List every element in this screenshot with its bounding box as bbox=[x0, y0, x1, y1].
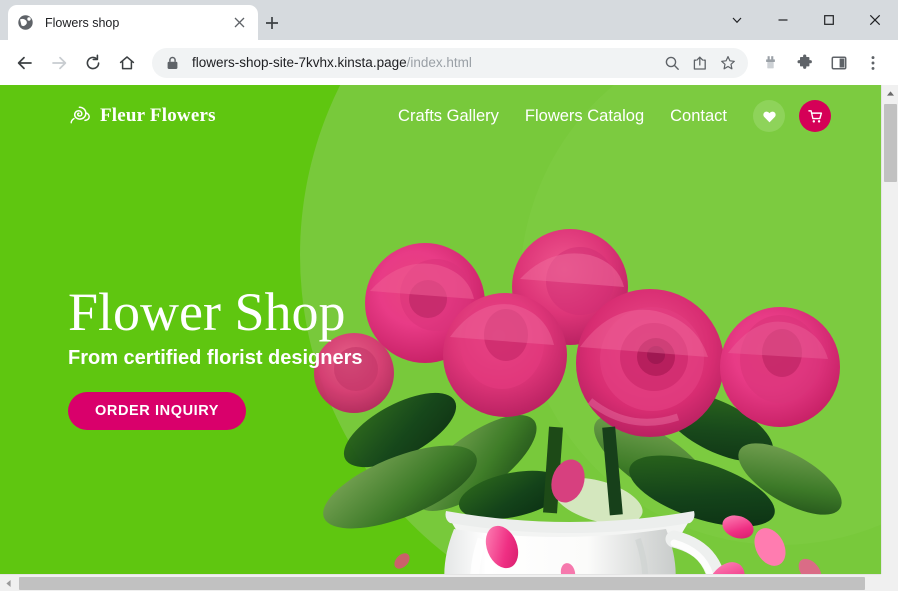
scroll-left-arrow-icon[interactable] bbox=[0, 575, 17, 591]
close-tab-icon[interactable] bbox=[229, 13, 249, 33]
nav-link-flowers-catalog[interactable]: Flowers Catalog bbox=[525, 107, 644, 126]
nav-link-contact[interactable]: Contact bbox=[670, 107, 727, 126]
order-inquiry-button[interactable]: ORDER INQUIRY bbox=[68, 392, 246, 430]
site-logo[interactable]: Fleur Flowers bbox=[68, 104, 216, 128]
home-icon[interactable] bbox=[112, 48, 142, 78]
share-icon[interactable] bbox=[686, 49, 714, 77]
brand-name: Fleur Flowers bbox=[100, 105, 216, 127]
heart-icon bbox=[762, 109, 777, 124]
new-tab-button[interactable] bbox=[258, 9, 286, 37]
site-header: Fleur Flowers Crafts Gallery Flowers Cat… bbox=[0, 85, 881, 147]
address-bar[interactable]: flowers-shop-site-7kvhx.kinsta.page/inde… bbox=[152, 48, 748, 78]
window-controls bbox=[714, 0, 898, 40]
nav-link-crafts-gallery[interactable]: Crafts Gallery bbox=[398, 107, 499, 126]
hero-subtitle: From certified florist designers bbox=[68, 347, 398, 370]
star-icon[interactable] bbox=[714, 49, 742, 77]
url-domain: flowers-shop-site-7kvhx.kinsta.page bbox=[192, 55, 407, 70]
lock-icon[interactable] bbox=[166, 56, 180, 70]
scrollbar-corner bbox=[881, 574, 898, 591]
browser-tab[interactable]: Flowers shop bbox=[8, 5, 258, 40]
vertical-scroll-thumb[interactable] bbox=[884, 104, 897, 182]
cart-button[interactable] bbox=[799, 100, 831, 132]
side-panel-icon[interactable] bbox=[824, 48, 854, 78]
scroll-up-arrow-icon[interactable] bbox=[882, 85, 898, 102]
clipboard-icon bbox=[756, 48, 786, 78]
omnibox-actions bbox=[658, 49, 742, 77]
vertical-scrollbar[interactable] bbox=[881, 85, 898, 574]
three-dot-menu-icon[interactable] bbox=[858, 48, 888, 78]
browser-window: Flowers shop bbox=[0, 0, 898, 591]
page-viewport: Fleur Flowers Crafts Gallery Flowers Cat… bbox=[0, 85, 898, 591]
rose-logo-icon bbox=[68, 104, 92, 128]
reload-icon[interactable] bbox=[78, 48, 108, 78]
chevron-down-icon[interactable] bbox=[714, 4, 760, 36]
horizontal-scrollbar[interactable] bbox=[0, 574, 898, 591]
minimize-icon[interactable] bbox=[760, 4, 806, 36]
url-path: /index.html bbox=[407, 55, 472, 70]
hero-title: Flower Shop bbox=[68, 285, 398, 340]
tab-title: Flowers shop bbox=[45, 16, 229, 30]
site-nav: Crafts Gallery Flowers Catalog Contact bbox=[398, 100, 831, 132]
forward-arrow-icon bbox=[44, 48, 74, 78]
horizontal-scroll-thumb[interactable] bbox=[19, 577, 865, 590]
url-text[interactable]: flowers-shop-site-7kvhx.kinsta.page/inde… bbox=[192, 55, 658, 70]
favorites-button[interactable] bbox=[753, 100, 785, 132]
maximize-icon[interactable] bbox=[806, 4, 852, 36]
tab-strip: Flowers shop bbox=[0, 0, 898, 40]
back-arrow-icon[interactable] bbox=[10, 48, 40, 78]
globe-icon bbox=[17, 14, 34, 31]
close-window-icon[interactable] bbox=[852, 4, 898, 36]
shopping-cart-icon bbox=[808, 109, 823, 124]
browser-toolbar: flowers-shop-site-7kvhx.kinsta.page/inde… bbox=[0, 40, 898, 85]
search-icon[interactable] bbox=[658, 49, 686, 77]
hero-section: Flower Shop From certified florist desig… bbox=[68, 285, 398, 430]
horizontal-scroll-track[interactable] bbox=[17, 575, 881, 591]
puzzle-icon[interactable] bbox=[790, 48, 820, 78]
flower-shop-page: Fleur Flowers Crafts Gallery Flowers Cat… bbox=[0, 85, 881, 574]
